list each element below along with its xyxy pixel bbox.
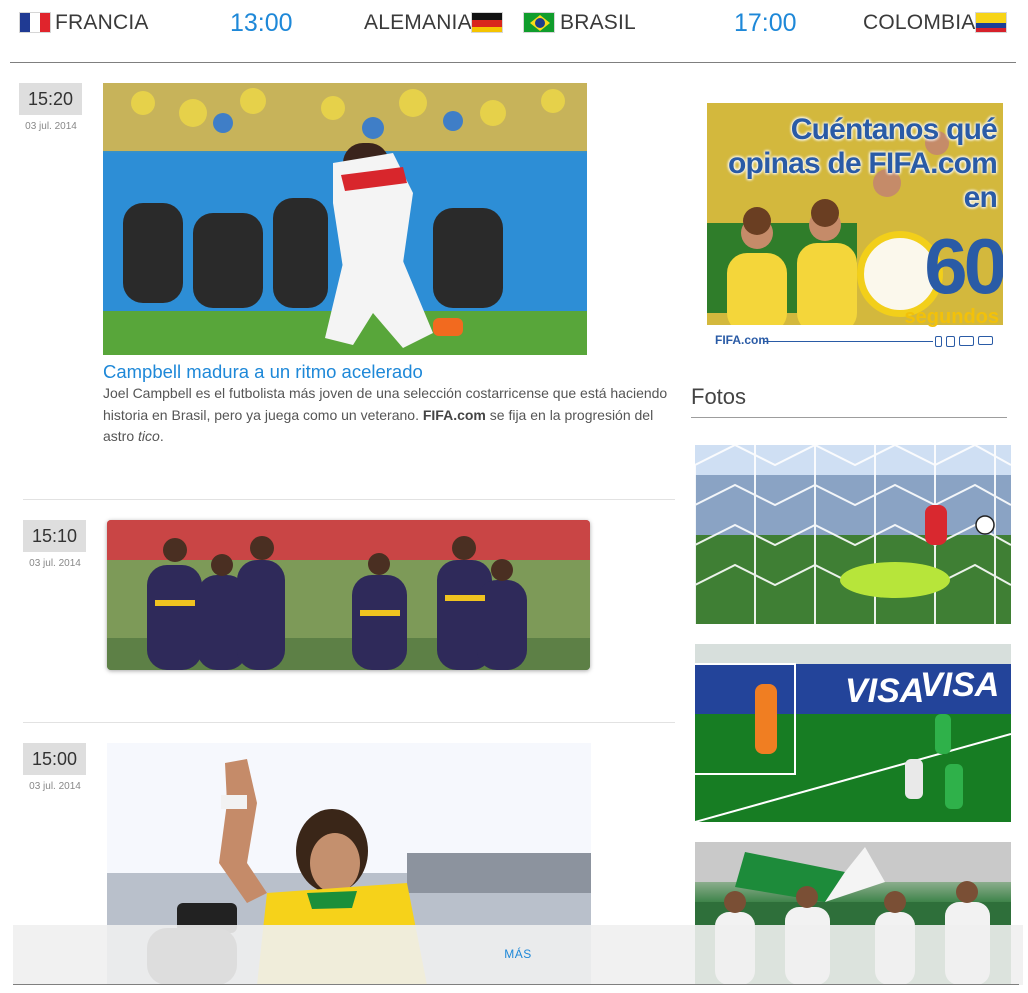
feed-item-3-time-badge: 15:00 (23, 743, 86, 775)
svg-text:VISA: VISA (920, 666, 999, 704)
ticker-divider (10, 62, 1016, 63)
photos-section-title: Fotos (691, 384, 747, 409)
advert-brand-logo: FIFA.com (715, 333, 770, 347)
match-2-time[interactable]: 17:00 (734, 9, 797, 37)
advert-seconds-label: segundos (904, 306, 999, 328)
campbell-photo-illustration (103, 83, 587, 355)
advert-line-2: opinas de FIFA.com (728, 147, 998, 180)
match-2-home-team[interactable]: BRASIL (560, 11, 636, 35)
summary-text-end: . (159, 428, 164, 444)
advert-line-1: Cuéntanos qué (790, 113, 998, 146)
advert-seconds-number: 60 (924, 222, 1003, 310)
load-more-bar: MÁS (13, 925, 1023, 985)
match-2-away-team[interactable]: COLOMBIA (863, 11, 975, 35)
page-bottom-rule (13, 984, 1019, 985)
feed-item-1-headline-link[interactable]: Campbell madura a un ritmo acelerado (103, 360, 423, 384)
feed-item-3-date: 03 jul. 2014 (29, 781, 81, 792)
svg-text:VISA: VISA (845, 672, 924, 710)
summary-italic: tico (138, 428, 160, 444)
advert-rule (763, 341, 933, 342)
photos-section-rule (691, 417, 1007, 418)
match-1-away-team[interactable]: ALEMANIA (364, 11, 472, 35)
germany-flag-icon (471, 12, 503, 33)
match-1-home-team[interactable]: FRANCIA (55, 11, 149, 35)
photo-gallery-item[interactable]: VISA VISA (695, 644, 1011, 822)
feed-item-1-photo[interactable] (103, 83, 587, 355)
feed-divider (23, 722, 675, 723)
colombia-flag-icon (975, 12, 1007, 33)
load-more-button[interactable]: MÁS (504, 947, 532, 961)
france-flag-icon (19, 12, 51, 33)
feed-item-2-time-badge: 15:10 (23, 520, 86, 552)
advert-headline: Cuéntanos qué opinas de FIFA.com en (707, 113, 998, 215)
goal-net-photo-illustration (695, 445, 1011, 624)
match-ticker: FRANCIA 13:00 ALEMANIA BRASIL 17:00 COLO… (0, 0, 1028, 46)
summary-brand: FIFA.com (422, 406, 486, 423)
devices-icon (935, 336, 993, 347)
feed-item-1-summary: Joel Campbell es el futbolista más joven… (103, 383, 668, 448)
feed-divider (23, 499, 675, 500)
feed-item-1-date: 03 jul. 2014 (25, 121, 77, 132)
advert-line-3: en (963, 181, 998, 214)
photo-gallery-item[interactable] (695, 445, 1011, 624)
colombia-team-photo-illustration (107, 520, 590, 670)
goalkeeper-photo-illustration: VISAVISA (695, 644, 1011, 822)
feed-item-1-time-badge: 15:20 (19, 83, 82, 115)
feed-item-2-photo[interactable] (107, 520, 590, 670)
feedback-advert-banner[interactable]: Cuéntanos qué opinas de FIFA.com en 60 s… (707, 103, 1003, 353)
match-1-time[interactable]: 13:00 (230, 9, 293, 37)
brazil-flag-icon (523, 12, 555, 33)
feed-item-2-date: 03 jul. 2014 (29, 558, 81, 569)
